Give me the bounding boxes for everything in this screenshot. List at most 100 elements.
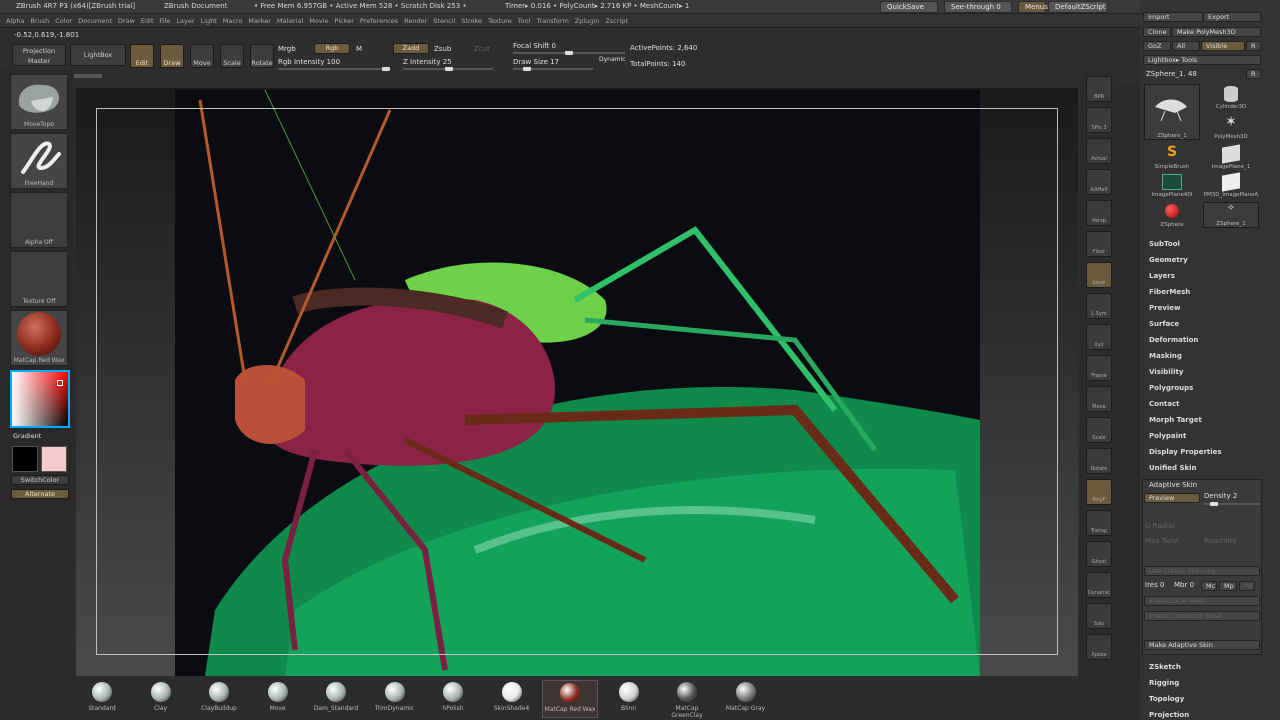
shelf-spix-3-button[interactable]: SPix 3 — [1086, 107, 1112, 133]
menu-texture[interactable]: Texture — [488, 14, 512, 28]
move-button[interactable]: Move — [190, 44, 214, 68]
shelf-brush-trimdynamic[interactable]: TrimDynamic — [367, 680, 423, 718]
color-picker-handle[interactable] — [57, 380, 63, 386]
palette-polygroups[interactable]: Polygroups — [1149, 384, 1193, 392]
menu-light[interactable]: Light — [201, 14, 217, 28]
menu-movie[interactable]: Movie — [309, 14, 328, 28]
palette-contact[interactable]: Contact — [1149, 400, 1180, 408]
lightbox-button[interactable]: LightBox — [70, 44, 126, 66]
make-polymesh-button[interactable]: Make PolyMesh3D — [1172, 27, 1261, 37]
tool-slot[interactable]: ImagePlane40I — [1144, 172, 1200, 198]
shelf-brush-matcap-red-wax[interactable]: MatCap Red Wax — [542, 680, 598, 718]
menu-stencil[interactable]: Stencil — [433, 14, 455, 28]
shelf-brush-dam-standard[interactable]: Dam_Standard — [308, 680, 364, 718]
palette-topology[interactable]: Topology — [1149, 695, 1184, 703]
draw-size-slider[interactable]: Draw Size 17 — [513, 58, 559, 66]
texture-thumbnail[interactable]: Texture Off — [10, 251, 68, 307]
palette-masking[interactable]: Masking — [1149, 352, 1182, 360]
shelf-brush-clay[interactable]: Clay — [133, 680, 189, 718]
tool-slot[interactable]: S SimpleBrush — [1144, 144, 1200, 170]
menu-document[interactable]: Document — [78, 14, 112, 28]
menu-alpha[interactable]: Alpha — [6, 14, 24, 28]
export-button[interactable]: Export — [1203, 12, 1261, 22]
shelf-actual-button[interactable]: Actual — [1086, 138, 1112, 164]
zsub-button[interactable]: Zsub — [434, 45, 451, 53]
shelf-aahalf-button[interactable]: AAHalf — [1086, 169, 1112, 195]
shelf-ghost-button[interactable]: Ghost — [1086, 541, 1112, 567]
see-through-slider[interactable]: See-through 0 — [944, 1, 1012, 13]
pd-button[interactable]: Pd — [1239, 581, 1255, 591]
mc-button[interactable]: Mc — [1201, 581, 1217, 591]
shelf-brush-matcap-greenclay[interactable]: MatCap GreenClay — [659, 680, 715, 719]
shelf-move-button[interactable]: Move — [1086, 386, 1112, 412]
menu-edit[interactable]: Edit — [141, 14, 154, 28]
palette-zsketch[interactable]: ZSketch — [1149, 663, 1181, 671]
alpha-thumbnail[interactable]: Alpha Off — [10, 192, 68, 248]
visible-button[interactable]: Visible — [1201, 41, 1245, 51]
palette-morph-target[interactable]: Morph Target — [1149, 416, 1202, 424]
material-thumbnail[interactable]: MatCap Red Wax — [10, 310, 68, 366]
shelf-local-button[interactable]: Local — [1086, 262, 1112, 288]
shelf-brush-claybuildup[interactable]: ClayBuildup — [191, 680, 247, 718]
switchcolor-button[interactable]: SwitchColor — [11, 475, 69, 485]
menu-tool[interactable]: Tool — [518, 14, 531, 28]
tool-slot[interactable]: ✶ PolyMesh3D — [1203, 114, 1259, 140]
menus-button[interactable]: Menus — [1018, 1, 1048, 13]
tool-slot[interactable]: PM3D_ImagePlaneA — [1203, 172, 1259, 198]
gradient-label[interactable]: Gradient — [13, 432, 41, 440]
shelf-xpose-button[interactable]: Xpose — [1086, 634, 1112, 660]
default-zscript-button[interactable]: DefaultZScript — [1048, 1, 1108, 13]
menu-macro[interactable]: Macro — [223, 14, 243, 28]
shelf-bpr-button[interactable]: BPR — [1086, 76, 1112, 102]
viewport-scrollbar[interactable] — [74, 74, 102, 78]
palette-geometry[interactable]: Geometry — [1149, 256, 1188, 264]
shelf-brush-blinn[interactable]: Blinn — [601, 680, 657, 718]
shelf-brush-standard[interactable]: Standard — [74, 680, 130, 718]
ires-slider[interactable]: Ires 0 — [1145, 581, 1164, 589]
shelf-brush-skinshade4[interactable]: SkinShade4 — [484, 680, 540, 718]
mp-button[interactable]: Mp — [1219, 581, 1237, 591]
mrgb-button[interactable]: Mrgb — [278, 45, 296, 53]
shelf-xyz-button[interactable]: Xyz — [1086, 324, 1112, 350]
menu-picker[interactable]: Picker — [335, 14, 354, 28]
tool-slot[interactable]: ⟡ ZSphere_1 — [1203, 202, 1259, 228]
menu-marker[interactable]: Marker — [248, 14, 270, 28]
preview-button[interactable]: Preview — [1144, 493, 1200, 503]
shelf-dynamic-button[interactable]: Dynamic — [1086, 572, 1112, 598]
palette-rigging[interactable]: Rigging — [1149, 679, 1179, 687]
brush-thumbnail[interactable]: MoveTopo — [10, 74, 68, 130]
clone-button[interactable]: Clone — [1143, 27, 1171, 37]
shelf-brush-hpolish[interactable]: hPolish — [425, 680, 481, 718]
menu-color[interactable]: Color — [55, 14, 72, 28]
all-button[interactable]: All — [1172, 41, 1200, 51]
menu-zscript[interactable]: Zscript — [605, 14, 628, 28]
r-button-2[interactable]: R — [1246, 69, 1261, 79]
shelf-floor-button[interactable]: Floor — [1086, 231, 1112, 257]
menu-brush[interactable]: Brush — [30, 14, 49, 28]
use-classic-skinning-button[interactable]: Use Classic Skinning — [1144, 566, 1260, 576]
zadd-button[interactable]: Zadd — [393, 43, 429, 54]
shelf-l-sym-button[interactable]: L.Sym — [1086, 293, 1112, 319]
palette-polypaint[interactable]: Polypaint — [1149, 432, 1186, 440]
shelf-scale-button[interactable]: Scale — [1086, 417, 1112, 443]
tool-slot[interactable]: ImagePlane_1 — [1203, 144, 1259, 170]
make-adaptive-skin-button[interactable]: Make Adaptive Skin — [1144, 640, 1260, 650]
palette-projection[interactable]: Projection — [1149, 711, 1189, 719]
shelf-polyf-button[interactable]: PolyF — [1086, 479, 1112, 505]
import-button[interactable]: Import — [1143, 12, 1203, 22]
lightbox-tools-button[interactable]: Lightbox▸ Tools — [1143, 55, 1261, 65]
shelf-rotate-button[interactable]: Rotate — [1086, 448, 1112, 474]
menu-material[interactable]: Material — [277, 14, 303, 28]
primary-color-swatch[interactable] — [12, 446, 38, 472]
shelf-brush-move[interactable]: Move — [250, 680, 306, 718]
palette-subtool[interactable]: SubTool — [1149, 240, 1180, 248]
menu-zplugin[interactable]: Zplugin — [575, 14, 600, 28]
focal-shift-slider[interactable]: Focal Shift 0 — [513, 42, 556, 50]
shelf-brush-matcap-gray[interactable]: MatCap Gray — [718, 680, 774, 718]
palette-visibility[interactable]: Visibility — [1149, 368, 1183, 376]
alternate-button[interactable]: Alternate — [11, 489, 69, 499]
edit-button[interactable]: Edit — [130, 44, 154, 68]
rgb-intensity-slider[interactable]: Rgb Intensity 100 — [278, 58, 340, 66]
m-button[interactable]: M — [356, 45, 362, 53]
tool-slot[interactable]: Cylinder3D — [1203, 84, 1259, 110]
